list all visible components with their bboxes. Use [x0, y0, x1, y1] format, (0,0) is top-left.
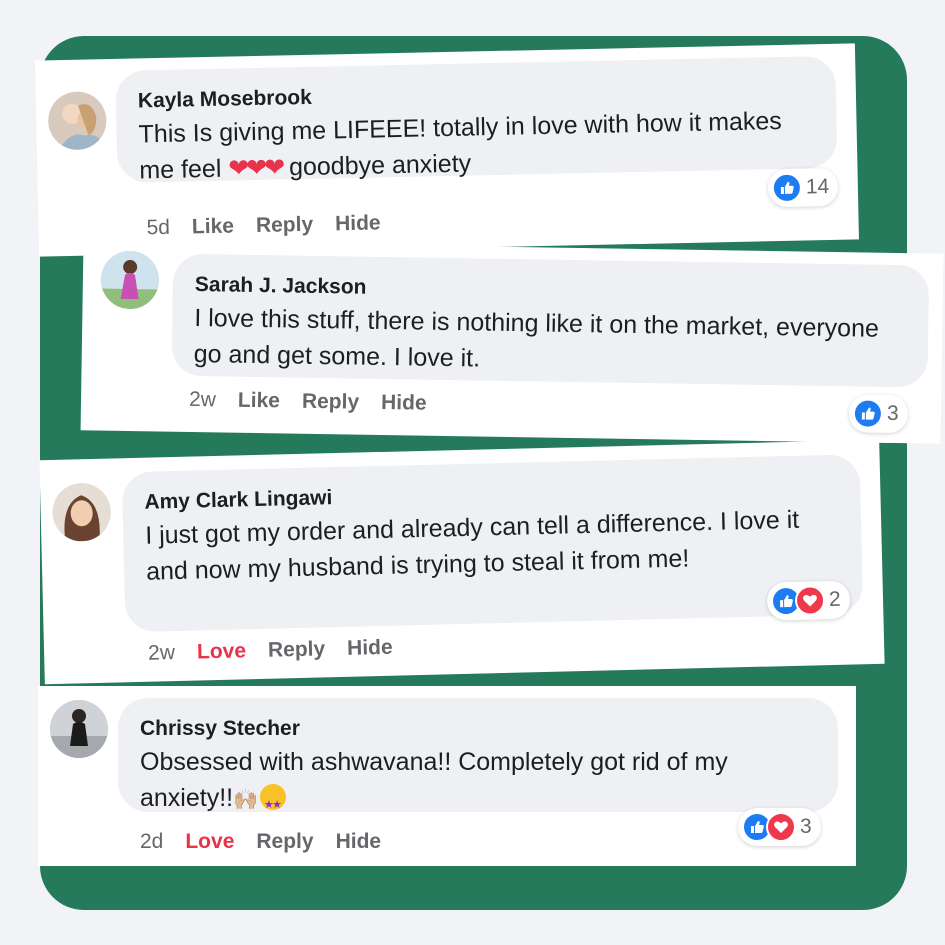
love-icon	[794, 585, 826, 616]
comment-author[interactable]: Chrissy Stecher	[140, 716, 816, 742]
comment-text: Obsessed with ashwavana!! Completely got…	[140, 744, 816, 823]
reaction-summary[interactable]: 3	[848, 394, 908, 434]
raised-hands-emoji: 🙌🏼	[233, 789, 259, 811]
reaction-count: 3	[800, 815, 812, 838]
reaction-summary[interactable]: 14	[767, 167, 839, 208]
reaction-count: 14	[805, 175, 830, 199]
comment-card: Sarah J. Jackson I love this stuff, ther…	[80, 240, 944, 444]
love-icon	[766, 812, 796, 842]
avatar[interactable]	[51, 482, 112, 542]
comment-bubble: Chrissy Stecher Obsessed with ashwavana!…	[118, 698, 838, 823]
reply-button[interactable]: Reply	[268, 637, 326, 662]
hearts-emoji: ❤❤❤	[227, 153, 283, 183]
comment-text: I just got my order and already can tell…	[144, 505, 800, 586]
star-struck-emoji	[260, 784, 287, 823]
hide-button[interactable]: Hide	[381, 391, 427, 416]
avatar[interactable]	[100, 250, 160, 310]
reaction-count: 3	[886, 401, 899, 426]
comment-text-end: goodbye anxiety	[288, 149, 472, 182]
like-icon	[771, 172, 803, 204]
comment-card: Chrissy Stecher Obsessed with ashwavana!…	[38, 686, 856, 866]
love-button[interactable]: Love	[185, 830, 234, 854]
avatar[interactable]	[47, 91, 107, 151]
comment-card: Kayla Mosebrook This Is giving me LIFEEE…	[35, 43, 859, 257]
like-icon	[852, 398, 884, 429]
comment-bubble: Sarah J. Jackson I love this stuff, ther…	[171, 253, 930, 388]
reply-button[interactable]: Reply	[256, 213, 314, 238]
love-button[interactable]: Love	[197, 639, 247, 664]
comment-bubble: Kayla Mosebrook This Is giving me LIFEEE…	[115, 55, 838, 184]
like-button[interactable]: Like	[192, 214, 235, 239]
comment-actions: 2d Love Reply Hide	[140, 830, 381, 854]
reply-button[interactable]: Reply	[302, 390, 360, 415]
hide-button[interactable]: Hide	[347, 636, 393, 661]
comment-actions: 5d Like Reply Hide	[146, 211, 381, 240]
reaction-summary[interactable]: 2	[766, 580, 851, 621]
comment-actions: 2w Love Reply Hide	[148, 636, 393, 666]
comment-timestamp[interactable]: 2d	[140, 830, 163, 854]
comment-card: Amy Clark Lingawi I just got my order an…	[39, 439, 885, 685]
hide-button[interactable]: Hide	[335, 211, 381, 236]
reaction-count: 2	[828, 587, 841, 612]
avatar[interactable]	[50, 700, 108, 758]
comment-text: This Is giving me LIFEEE! totally in lov…	[138, 102, 815, 188]
reaction-summary[interactable]: 3	[738, 808, 821, 846]
comment-timestamp[interactable]: 2w	[189, 388, 216, 412]
comment-actions: 2w Like Reply Hide	[189, 388, 427, 416]
like-button[interactable]: Like	[238, 389, 280, 414]
comment-text-body: Obsessed with ashwavana!! Completely got…	[140, 748, 728, 812]
comment-timestamp[interactable]: 2w	[148, 641, 175, 666]
hide-button[interactable]: Hide	[336, 830, 382, 854]
comment-timestamp[interactable]: 5d	[146, 216, 170, 240]
comment-bubble: Amy Clark Lingawi I just got my order an…	[121, 454, 864, 633]
comment-text: I love this stuff, there is nothing like…	[193, 304, 880, 373]
reply-button[interactable]: Reply	[256, 830, 313, 854]
